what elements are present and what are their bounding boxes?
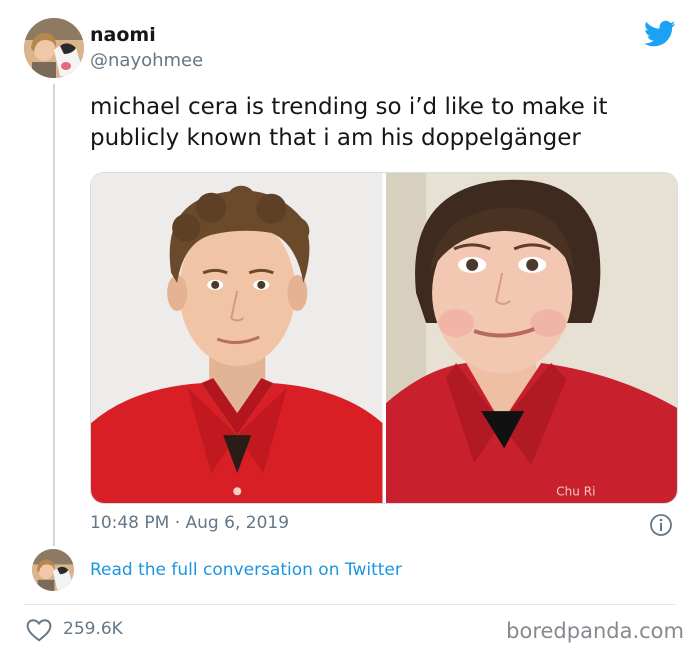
- photo-woman-red-polo: Chu Ri: [385, 173, 677, 503]
- like-count: 259.6K: [63, 619, 123, 639]
- svg-text:Chu Ri: Chu Ri: [556, 484, 595, 498]
- thread-line: [53, 84, 55, 546]
- photo-curly-haired-man-red-polo: [91, 173, 383, 503]
- photo-left[interactable]: [91, 173, 383, 503]
- author-display-name[interactable]: naomi: [90, 24, 156, 46]
- footer-divider: [24, 604, 676, 605]
- tweet-photo-grid[interactable]: Chu Ri: [90, 172, 678, 504]
- heart-icon[interactable]: [26, 618, 52, 642]
- tweet-timestamp[interactable]: 10:48 PM · Aug 6, 2019: [90, 513, 289, 533]
- twitter-bird-icon[interactable]: [644, 20, 676, 48]
- boredpanda-watermark: boredpanda.com: [506, 619, 684, 643]
- read-conversation-link[interactable]: Read the full conversation on Twitter: [90, 560, 402, 580]
- info-icon[interactable]: [649, 513, 673, 537]
- small-author-avatar[interactable]: [32, 549, 74, 591]
- photo-right[interactable]: Chu Ri: [385, 173, 677, 503]
- author-handle[interactable]: @nayohmee: [90, 50, 203, 71]
- tweet-text: michael cera is trending so i’d like to …: [90, 94, 608, 151]
- author-avatar[interactable]: [24, 18, 84, 78]
